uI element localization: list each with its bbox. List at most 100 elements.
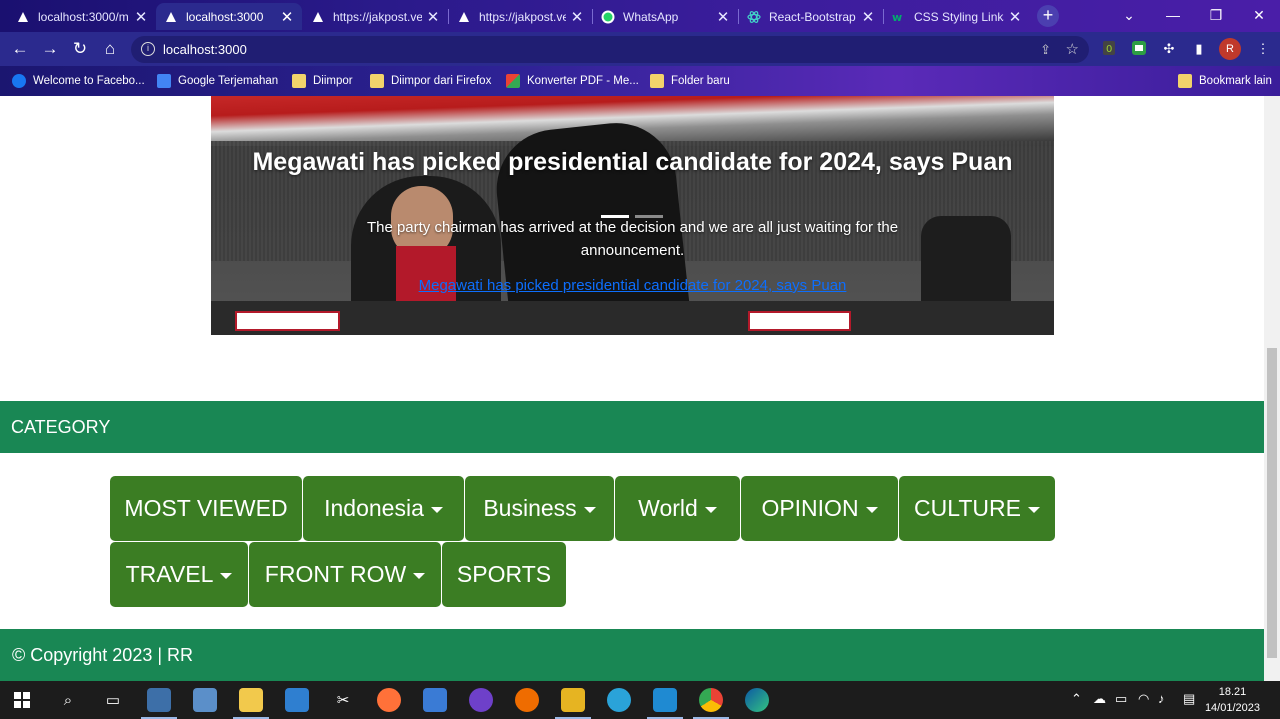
close-tab-icon[interactable]: ✕ (1008, 8, 1022, 26)
category-business[interactable]: Business (465, 476, 614, 541)
page-scrollbar[interactable] (1264, 96, 1280, 681)
category-label: CULTURE (914, 495, 1021, 521)
extensions-puzzle-icon[interactable]: ✣ (1160, 40, 1178, 58)
close-tab-icon[interactable]: ✕ (134, 8, 148, 26)
tab-label: localhost:3000/m (38, 9, 129, 24)
home-icon[interactable]: ⌂ (99, 38, 121, 60)
file-explorer-icon[interactable] (233, 688, 269, 719)
bookmark-diimpor-firefox[interactable]: Diimpor dari Firefox (370, 72, 491, 90)
telegram-icon[interactable] (607, 688, 631, 712)
carousel-caption-description: The party chairman has arrived at the de… (366, 219, 899, 259)
volume-icon[interactable]: ♪ (1158, 691, 1165, 706)
category-label: MOST VIEWED (124, 495, 288, 521)
category-opinion[interactable]: OPINION (741, 476, 898, 541)
close-tab-icon[interactable]: ✕ (861, 8, 875, 26)
carousel-image-nameplate (748, 311, 851, 331)
bookmarks-bar: Welcome to Facebo... Google Terjemahan D… (0, 66, 1280, 96)
google-translate-icon (157, 74, 171, 88)
system-clock[interactable]: 18.21 14/01/2023 (1205, 684, 1260, 716)
notification-icon[interactable]: ▤ (1183, 691, 1195, 707)
battery-icon[interactable]: ▭ (1115, 691, 1127, 707)
bookmark-pdf-converter[interactable]: Konverter PDF - Me... (506, 72, 639, 90)
postman-icon[interactable] (515, 688, 539, 712)
close-window-icon[interactable]: ✕ (1239, 3, 1279, 27)
control-panel-icon[interactable] (285, 688, 309, 712)
notepad-icon[interactable] (193, 688, 217, 712)
bookmark-google-translate[interactable]: Google Terjemahan (157, 72, 278, 90)
bookmark-label: Google Terjemahan (178, 75, 279, 87)
tab-label: https://jakpost.ve (479, 9, 566, 24)
category-indonesia[interactable]: Indonesia (303, 476, 464, 541)
tab-label: localhost:3000 (186, 9, 264, 24)
category-sports[interactable]: SPORTS (442, 542, 566, 607)
w3schools-favicon-icon: w (892, 10, 906, 24)
snipping-tool-icon[interactable]: ✂ (331, 688, 355, 712)
close-tab-icon[interactable]: ✕ (716, 8, 730, 26)
bookmark-facebook[interactable]: Welcome to Facebo... (12, 72, 145, 90)
restore-icon[interactable]: ❐ (1196, 3, 1236, 27)
tab-css-styling-links[interactable]: w CSS Styling Links ✕ (884, 3, 1030, 30)
site-info-icon[interactable]: i (141, 42, 155, 56)
zoom-icon[interactable] (423, 688, 447, 712)
cloud-offline-icon[interactable]: ☁ (1093, 691, 1106, 707)
tab-react-bootstrap[interactable]: React-Bootstrap ✕ (739, 3, 883, 30)
app-icon[interactable] (141, 688, 177, 719)
tab-whatsapp[interactable]: WhatsApp ✕ (593, 3, 738, 30)
reload-icon[interactable]: ↻ (69, 38, 91, 60)
category-travel[interactable]: TRAVEL (110, 542, 248, 607)
back-arrow-icon[interactable]: ← (9, 38, 31, 60)
category-front-row[interactable]: FRONT ROW (249, 542, 441, 607)
minimize-icon[interactable]: — (1153, 3, 1193, 27)
bookmark-folder-baru[interactable]: Folder baru (650, 72, 730, 90)
side-panel-icon[interactable]: ▮ (1190, 40, 1208, 58)
chrome-icon[interactable] (693, 688, 729, 719)
forward-arrow-icon[interactable]: → (39, 38, 61, 60)
tab-label: CSS Styling Links (914, 9, 1004, 24)
edge-icon[interactable] (745, 688, 769, 712)
firefox-icon[interactable] (377, 688, 401, 712)
tab-localhost[interactable]: localhost:3000 ✕ (156, 3, 302, 30)
facebook-icon (12, 74, 26, 88)
category-label: FRONT ROW (264, 561, 407, 587)
vscode-icon[interactable] (647, 688, 683, 719)
bookmark-star-icon[interactable]: ☆ (1066, 36, 1079, 63)
react-bootstrap-favicon-icon (747, 10, 761, 24)
tab-jakpost-2[interactable]: https://jakpost.ve ✕ (449, 3, 592, 30)
tab-localhost-m[interactable]: localhost:3000/m ✕ (8, 3, 156, 30)
extension-counter-icon[interactable]: 0 (1100, 40, 1118, 58)
clock-time: 18.21 (1218, 686, 1247, 698)
wifi-icon[interactable]: ◠ (1138, 691, 1149, 707)
github-desktop-icon[interactable] (469, 688, 493, 712)
folder-icon (650, 74, 664, 88)
new-tab-button[interactable]: + (1037, 5, 1059, 27)
chrome-menu-icon[interactable]: ⋮ (1254, 40, 1272, 58)
triangle-favicon-icon (311, 10, 325, 24)
caret-down-icon (865, 506, 878, 513)
bookmark-diimpor[interactable]: Diimpor (292, 72, 353, 90)
scrollbar-thumb[interactable] (1267, 348, 1277, 658)
close-tab-icon[interactable]: ✕ (426, 8, 440, 26)
carousel-article-link[interactable]: Megawati has picked presidential candida… (211, 277, 1054, 294)
category-most-viewed[interactable]: MOST VIEWED (110, 476, 302, 541)
windows-start-icon[interactable] (10, 688, 34, 712)
tab-search-chevron-icon[interactable]: ⌄ (1109, 3, 1149, 27)
url-omnibox[interactable]: i localhost:3000 ⇪ ☆ (131, 36, 1089, 63)
task-view-icon[interactable]: ▭ (101, 688, 125, 712)
category-label: SPORTS (456, 561, 552, 587)
category-culture[interactable]: CULTURE (899, 476, 1055, 541)
close-tab-icon[interactable]: ✕ (280, 8, 294, 26)
category-label: TRAVEL (125, 561, 214, 587)
extension-green-icon[interactable] (1130, 40, 1148, 58)
folder-icon (1178, 74, 1192, 88)
search-icon[interactable]: ⌕ (56, 688, 80, 712)
tray-chevron-icon[interactable]: ⌃ (1071, 691, 1082, 707)
close-tab-icon[interactable]: ✕ (570, 8, 584, 26)
bookmark-other[interactable]: Bookmark lain (1178, 72, 1272, 90)
tab-jakpost-1[interactable]: https://jakpost.ve ✕ (303, 3, 448, 30)
category-world[interactable]: World (615, 476, 740, 541)
pdf-converter-icon (506, 74, 520, 88)
share-icon[interactable]: ⇪ (1040, 36, 1051, 63)
profile-avatar[interactable]: R (1219, 38, 1241, 60)
folder-icon[interactable] (555, 688, 591, 719)
news-carousel[interactable]: Megawati has picked presidential candida… (211, 96, 1054, 335)
